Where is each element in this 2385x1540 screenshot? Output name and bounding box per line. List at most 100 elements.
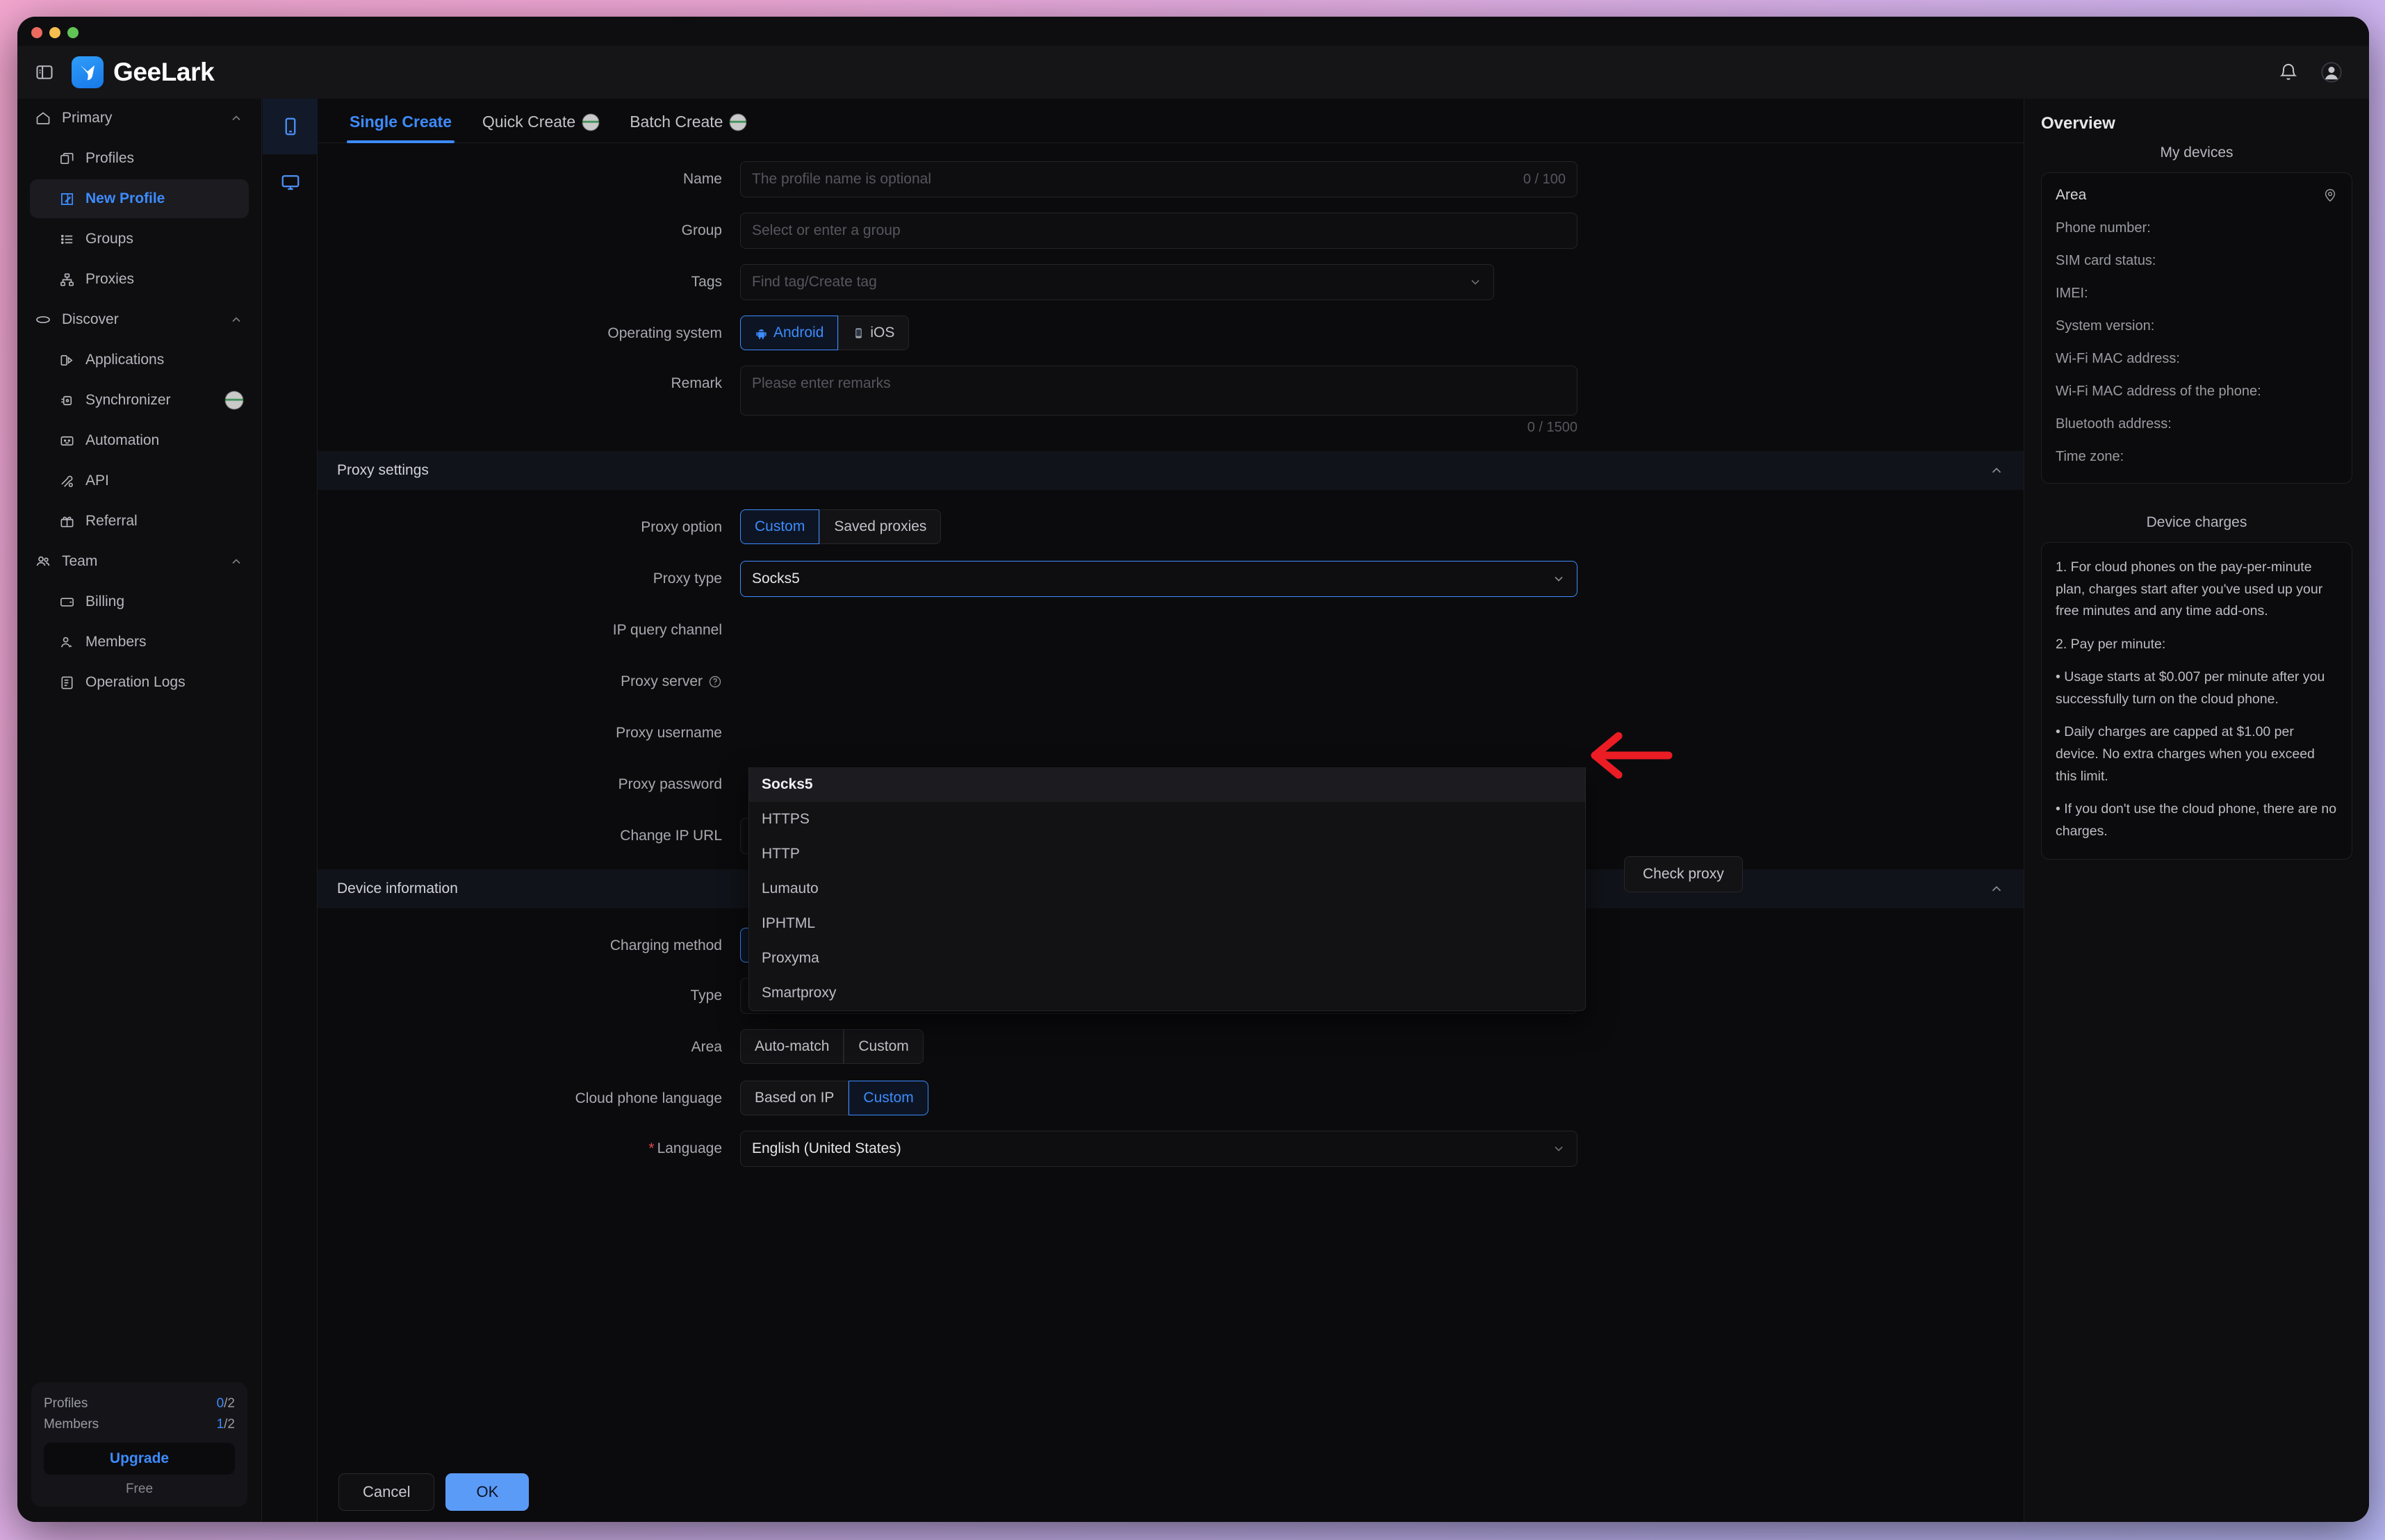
sidebar-item-proxies[interactable]: Proxies	[30, 260, 249, 299]
area-option-auto-match[interactable]: Auto-match	[740, 1029, 844, 1064]
form-row-proxy-username: Proxy username	[318, 715, 2024, 751]
sidebar-item-operation-logs[interactable]: Operation Logs	[30, 663, 249, 702]
sidebar-group-label: Discover	[62, 311, 119, 328]
sync-icon	[58, 393, 76, 409]
chevron-up-icon[interactable]	[1989, 881, 2004, 896]
bell-icon[interactable]	[2275, 58, 2302, 86]
cloud-phone-language-segmented: Based on IP Custom	[740, 1081, 2004, 1115]
logs-icon	[58, 675, 76, 691]
main-content: Single Create Quick Create Batch Create …	[318, 99, 2024, 1522]
dropdown-option-https[interactable]: HTTPS	[749, 802, 1585, 837]
sidebar-item-label: Billing	[85, 593, 124, 610]
tab-single-create[interactable]: Single Create	[334, 113, 467, 142]
proxy-option-custom[interactable]: Custom	[740, 509, 819, 544]
window-maximize-button[interactable]	[67, 27, 79, 38]
tab-badge-icon	[730, 114, 746, 131]
sidebar-group-discover[interactable]: Discover	[17, 300, 261, 339]
form-row-language: *Language English (United States)	[318, 1131, 2024, 1167]
dropdown-option-http[interactable]: HTTP	[749, 837, 1585, 871]
sidebar-item-label: New Profile	[85, 190, 165, 207]
os-option-android[interactable]: Android	[740, 316, 838, 350]
sidebar-item-referral[interactable]: Referral	[30, 502, 249, 541]
name-placeholder: The profile name is optional	[752, 171, 931, 188]
charge-paragraph-1: 1. For cloud phones on the pay-per-minut…	[2056, 557, 2338, 623]
sidebar-item-automation[interactable]: Automation	[30, 421, 249, 460]
tags-select[interactable]: Find tag/Create tag	[740, 264, 1494, 300]
chevron-down-icon[interactable]	[1552, 1142, 1566, 1156]
form-row-group: Group Select or enter a group	[318, 213, 2024, 249]
check-proxy-button[interactable]: Check proxy	[1624, 856, 1743, 892]
chevron-down-icon[interactable]	[1552, 572, 1566, 586]
sidebar-item-billing[interactable]: Billing	[30, 582, 249, 621]
device-info-card: Area Phone number: SIM card status: IMEI…	[2041, 172, 2352, 484]
app-window: GeeLark	[17, 17, 2369, 1522]
sidebar-group-primary[interactable]: Primary	[17, 99, 261, 138]
window-close-button[interactable]	[31, 27, 42, 38]
language-select[interactable]: English (United States)	[740, 1131, 1577, 1167]
sidebar-item-label: Operation Logs	[85, 674, 186, 691]
profiles-icon	[58, 151, 76, 167]
proxy-type-select[interactable]: Socks5	[740, 561, 1577, 597]
user-avatar-icon[interactable]	[2318, 58, 2345, 86]
usage-row-members: Members 1/2	[44, 1414, 235, 1434]
form-row-tags: Tags Find tag/Create tag	[318, 264, 2024, 300]
name-input[interactable]: The profile name is optional 0 / 100	[740, 161, 1577, 197]
device-charges-heading: Device charges	[2041, 507, 2352, 542]
tab-quick-create[interactable]: Quick Create	[467, 113, 614, 142]
name-counter: 0 / 100	[1523, 172, 1566, 188]
charge-bullet-usage-rate: • Usage starts at $0.007 per minute afte…	[2056, 666, 2338, 710]
panel-toggle-icon[interactable]	[33, 60, 56, 84]
form-row-cloud-phone-language: Cloud phone language Based on IP Custom	[318, 1081, 2024, 1115]
app-header: GeeLark	[17, 46, 2369, 99]
tab-label: Single Create	[350, 113, 452, 131]
cloud-language-option-based-on-ip[interactable]: Based on IP	[740, 1081, 849, 1115]
group-label: Group	[337, 213, 740, 249]
proxy-option-saved[interactable]: Saved proxies	[819, 509, 941, 544]
dropdown-option-iphtml[interactable]: IPHTML	[749, 906, 1585, 941]
sidebar-item-api[interactable]: API	[30, 461, 249, 500]
location-pin-icon[interactable]	[2322, 188, 2338, 203]
dropdown-option-proxyma[interactable]: Proxyma	[749, 941, 1585, 976]
required-asterisk: *	[648, 1140, 654, 1156]
sidebar-item-applications[interactable]: Applications	[30, 341, 249, 379]
sidebar-group-label: Team	[62, 553, 97, 570]
remark-placeholder: Please enter remarks	[752, 375, 891, 391]
tab-batch-create[interactable]: Batch Create	[614, 113, 762, 142]
sidebar-item-profiles[interactable]: Profiles	[30, 139, 249, 178]
os-option-ios[interactable]: iOS	[838, 316, 909, 350]
chevron-up-icon[interactable]	[1989, 463, 2004, 478]
area-option-custom[interactable]: Custom	[844, 1029, 923, 1064]
sidebar-item-synchronizer[interactable]: Synchronizer	[30, 381, 249, 420]
dropdown-option-smartproxy[interactable]: Smartproxy	[749, 976, 1585, 1010]
area-option-label: Custom	[858, 1038, 908, 1055]
sidebar-item-groups[interactable]: Groups	[30, 220, 249, 259]
rail-phone-icon[interactable]	[263, 99, 318, 154]
question-circle-icon[interactable]	[708, 675, 722, 689]
team-icon	[34, 553, 52, 570]
group-input[interactable]: Select or enter a group	[740, 213, 1577, 249]
sidebar-item-new-profile[interactable]: New Profile	[30, 179, 249, 218]
proxy-option-segmented: Custom Saved proxies	[740, 509, 2004, 544]
remark-textarea[interactable]: Please enter remarks	[740, 366, 1577, 416]
dropdown-option-label: Lumauto	[762, 880, 819, 897]
list-icon	[58, 231, 76, 247]
cancel-button[interactable]: Cancel	[338, 1473, 434, 1511]
proxy-password-label: Proxy password	[337, 767, 740, 803]
usage-profiles-label: Profiles	[44, 1393, 88, 1414]
proxy-option-label-saved: Saved proxies	[834, 518, 926, 535]
form-footer-actions: Cancel OK	[318, 1462, 2024, 1522]
rail-monitor-icon[interactable]	[263, 154, 318, 210]
tags-placeholder: Find tag/Create tag	[752, 274, 877, 290]
sidebar-item-members[interactable]: Members	[30, 623, 249, 662]
window-minimize-button[interactable]	[49, 27, 60, 38]
apps-icon	[58, 352, 76, 368]
dropdown-option-lumauto[interactable]: Lumauto	[749, 871, 1585, 906]
ok-button[interactable]: OK	[445, 1473, 529, 1511]
sidebar-group-team[interactable]: Team	[17, 542, 261, 581]
cloud-language-option-custom[interactable]: Custom	[849, 1081, 928, 1115]
upgrade-button[interactable]: Upgrade	[44, 1443, 235, 1475]
proxy-settings-section-header[interactable]: Proxy settings	[318, 451, 2024, 490]
members-icon	[58, 634, 76, 650]
dropdown-option-socks5[interactable]: Socks5	[749, 767, 1585, 802]
desktop-background: GeeLark	[0, 0, 2385, 1540]
